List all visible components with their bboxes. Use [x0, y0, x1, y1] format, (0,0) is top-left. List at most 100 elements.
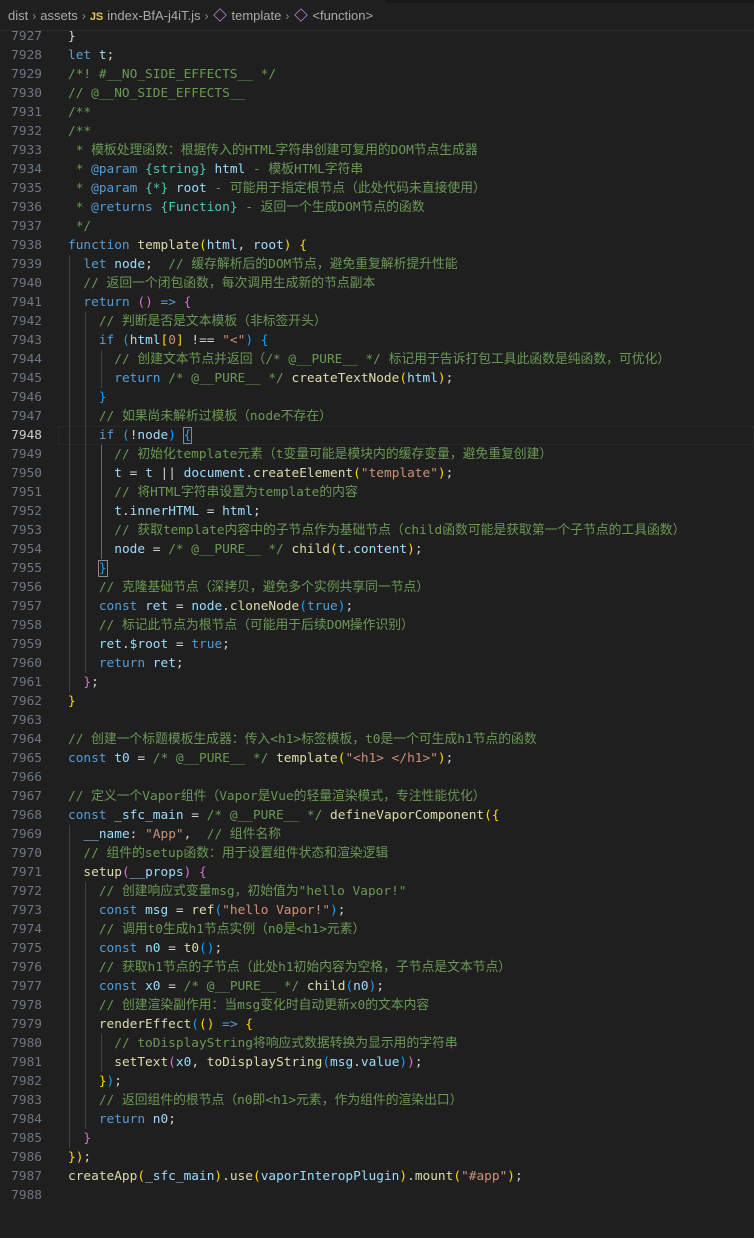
code-line[interactable]: 7947 // 如果尚未解析过模板（node不存在）: [0, 407, 754, 426]
code-line[interactable]: 7972 // 创建响应式变量msg，初始值为"hello Vapor!": [0, 882, 754, 901]
code-line[interactable]: 7981 setText(x0, toDisplayString(msg.val…: [0, 1053, 754, 1072]
code-line[interactable]: 7943 if (html[0] !== "<") {: [0, 331, 754, 350]
code-line[interactable]: 7946 }: [0, 388, 754, 407]
breadcrumb-item-dist[interactable]: dist: [8, 8, 28, 23]
code-line[interactable]: 7937 */: [0, 217, 754, 236]
code-line[interactable]: 7953 // 获取template内容中的子节点作为基础节点（child函数可…: [0, 521, 754, 540]
code-token: use: [229, 1169, 253, 1184]
code-line[interactable]: 7939 let node; // 缓存解析后的DOM节点，避免重复解析提升性能: [0, 255, 754, 274]
code-line[interactable]: 7932 /**: [0, 122, 754, 141]
code-line[interactable]: 7973 const msg = ref("hello Vapor!");: [0, 901, 754, 920]
code-line[interactable]: 7970 // 组件的setup函数：用于设置组件状态和渲染逻辑: [0, 844, 754, 863]
code-token: "<h1> </h1>": [345, 751, 438, 766]
code-line[interactable]: 7983 // 返回组件的根节点（n0即<h1>元素，作为组件的渲染出口）: [0, 1091, 754, 1110]
code-token: /* @__PURE__ */: [152, 751, 269, 766]
code-line[interactable]: 7951 // 将HTML字符串设置为template的内容: [0, 483, 754, 502]
code-line[interactable]: 7950 t = t || document.createElement("te…: [0, 464, 754, 483]
code-line[interactable]: 7988: [0, 1186, 754, 1205]
code-line[interactable]: 7938 function template(html, root) {: [0, 236, 754, 255]
code-token: @param: [91, 162, 138, 177]
code-line[interactable]: 7954 node = /* @__PURE__ */ child(t.cont…: [0, 540, 754, 559]
code-line[interactable]: 7971 setup(__props) {: [0, 863, 754, 882]
code-line[interactable]: 7948 if (!node) {: [0, 426, 754, 445]
code-line[interactable]: 7945 return /* @__PURE__ */ createTextNo…: [0, 369, 754, 388]
line-number: 7956: [11, 580, 42, 595]
code-token: // 获取h1节点的子节点（此处h1初始内容为空格，子节点是文本节点）: [98, 960, 512, 975]
code-line[interactable]: 7958 // 标记此节点为根节点（可能用于后续DOM操作识别）: [0, 616, 754, 635]
code-line[interactable]: 7959 ret.$root = true;: [0, 635, 754, 654]
line-number: 7978: [11, 998, 42, 1013]
code-token: {string}: [145, 162, 207, 177]
code-line[interactable]: 7934 * @param {string} html - 模板HTML字符串: [0, 160, 754, 179]
code-text: const x0 = /* @__PURE__ */ child(n0);: [68, 977, 384, 996]
code-line[interactable]: 7965 const t0 = /* @__PURE__ */ template(…: [0, 749, 754, 768]
code-line[interactable]: 7975 const n0 = t0();: [0, 939, 754, 958]
code-line[interactable]: 7936 * @returns {Function} - 返回一个生成DOM节点…: [0, 198, 754, 217]
indent-guide: [69, 255, 70, 692]
code-line[interactable]: 7976 // 获取h1节点的子节点（此处h1初始内容为空格，子节点是文本节点）: [0, 958, 754, 977]
code-line[interactable]: 7930 // @__NO_SIDE_EFFECTS__: [0, 84, 754, 103]
code-token: ): [399, 1169, 408, 1184]
code-token: ): [399, 1055, 408, 1070]
code-line[interactable]: 7987 createApp(_sfc_main).use(vaporIntero…: [0, 1167, 754, 1186]
code-line[interactable]: 7969 __name: "App", // 组件名称: [0, 825, 754, 844]
code-line[interactable]: 7940 // 返回一个闭包函数，每次调用生成新的节点副本: [0, 274, 754, 293]
code-token: if: [98, 333, 115, 348]
code-line[interactable]: 7961 };: [0, 673, 754, 692]
code-token: ;: [414, 542, 423, 557]
breadcrumb-item-file[interactable]: index-BfA-j4iT.js: [107, 8, 200, 23]
code-editor[interactable]: 7927} 7928 let t; 7929 /*! #__NO_SIDE_EFFECT…: [0, 31, 754, 1238]
code-line[interactable]: 7960 return ret;: [0, 654, 754, 673]
code-line[interactable]: 7935 * @param {*} root - 可能用于指定根节点（此处代码未…: [0, 179, 754, 198]
code-line[interactable]: 7963: [0, 711, 754, 730]
code-line[interactable]: 7982 });: [0, 1072, 754, 1091]
code-line[interactable]: 7986});: [0, 1148, 754, 1167]
code-line[interactable]: 7980 // toDisplayString将响应式数据转换为显示用的字符串: [0, 1034, 754, 1053]
code-line[interactable]: 7978 // 创建渲染副作用：当msg变化时自动更新x0的文本内容: [0, 996, 754, 1015]
code-line[interactable]: 7928 let t;: [0, 46, 754, 65]
line-number: 7938: [11, 238, 42, 253]
code-token: (: [168, 1055, 176, 1070]
breadcrumb-item-template[interactable]: template: [231, 8, 281, 23]
code-token: * 模板处理函数：根据传入的HTML字符串创建可复用的DOM节点生成器: [68, 143, 478, 158]
code-token: if: [98, 428, 115, 443]
code-token: =: [121, 466, 146, 481]
code-line[interactable]: 7952 t.innerHTML = html;: [0, 502, 754, 521]
code-line[interactable]: 7962}: [0, 692, 754, 711]
code-line[interactable]: 7957 const ret = node.cloneNode(true);: [0, 597, 754, 616]
code-line[interactable]: 7968 const _sfc_main = /* @__PURE__ */ de…: [0, 806, 754, 825]
breadcrumb-item-assets[interactable]: assets: [40, 8, 78, 23]
code-line[interactable]: 7941 return () => {: [0, 293, 754, 312]
code-line[interactable]: 7979 renderEffect(() => {: [0, 1015, 754, 1034]
code-line[interactable]: 7955 }: [0, 559, 754, 578]
line-number: 7957: [11, 599, 42, 614]
code-line[interactable]: 7974 // 调用t0生成h1节点实例（n0是<h1>元素）: [0, 920, 754, 939]
code-line[interactable]: 7944 // 创建文本节点并返回（/* @__PURE__ */ 标记用于告诉…: [0, 350, 754, 369]
code-line[interactable]: 7956 // 克隆基础节点（深拷贝，避免多个实例共享同一节点）: [0, 578, 754, 597]
code-line[interactable]: 7931 /**: [0, 103, 754, 122]
breadcrumb-item-function[interactable]: <function>: [312, 8, 373, 23]
code-line[interactable]: 7942 // 判断是否是文本模板（非标签开头）: [0, 312, 754, 331]
code-line[interactable]: 7949 // 初始化template元素（t变量可能是模块内的缓存变量，避免重…: [0, 445, 754, 464]
code-line[interactable]: 7964 // 创建一个标题模板生成器：传入<h1>标签模板，t0是一个可生成h1…: [0, 730, 754, 749]
code-line[interactable]: 7927}: [0, 31, 754, 46]
code-line[interactable]: 7967 // 定义一个Vapor组件（Vapor是Vue的轻量渲染模式，专注性能…: [0, 787, 754, 806]
code-token: createElement: [252, 466, 354, 481]
code-line[interactable]: 7984 return n0;: [0, 1110, 754, 1129]
code-text: const _sfc_main = /* @__PURE__ */ define…: [68, 806, 500, 825]
code-line[interactable]: 7977 const x0 = /* @__PURE__ */ child(n0…: [0, 977, 754, 996]
code-line[interactable]: 7966: [0, 768, 754, 787]
code-line[interactable]: 7985 }: [0, 1129, 754, 1148]
code-line[interactable]: 7929 /*! #__NO_SIDE_EFFECTS__ */: [0, 65, 754, 84]
code-line[interactable]: 7933 * 模板处理函数：根据传入的HTML字符串创建可复用的DOM节点生成器: [0, 141, 754, 160]
code-text: /**: [68, 103, 91, 122]
line-number: 7981: [11, 1055, 42, 1070]
